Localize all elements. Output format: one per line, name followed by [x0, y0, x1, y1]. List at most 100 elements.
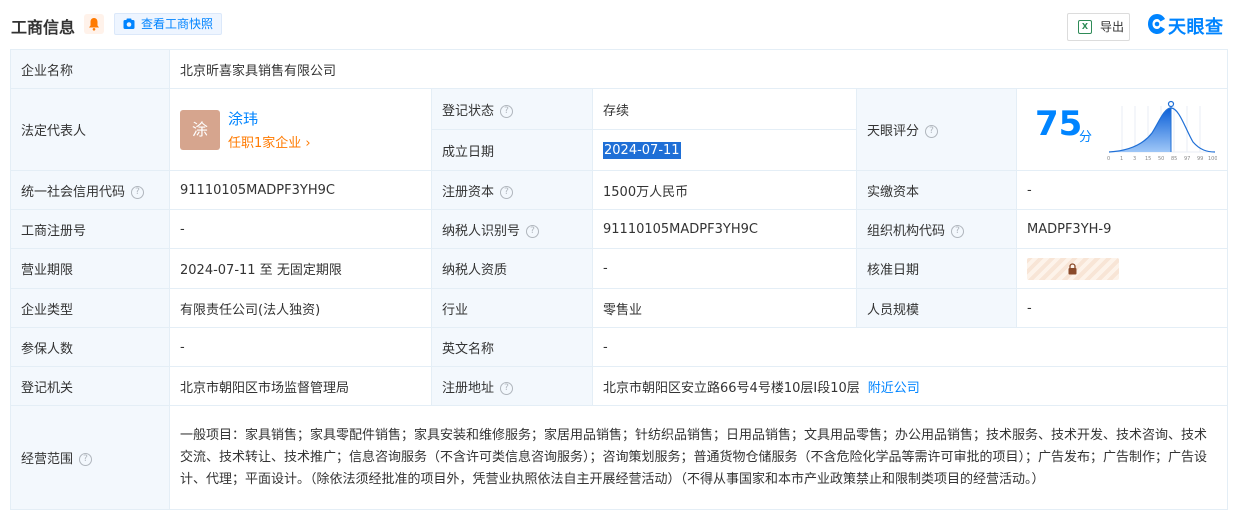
axis-tick: 3	[1133, 156, 1136, 162]
label-org-code: 组织机构代码?	[856, 209, 1017, 249]
chevron-right-icon: ›	[305, 135, 311, 151]
label-taxpayer-id-text: 纳税人识别号	[442, 223, 521, 239]
legal-rep-companies-link[interactable]: 任职1家企业 ›	[228, 132, 311, 151]
label-taxpayer-id: 纳税人识别号?	[431, 209, 593, 249]
label-reg-address-text: 注册地址	[442, 380, 495, 396]
table-row: 统一社会信用代码? 91110105MADPF3YH9C 注册资本? 1500万…	[10, 170, 1229, 210]
help-icon[interactable]: ?	[526, 224, 540, 238]
label-score-text: 天眼评分	[867, 124, 920, 139]
section-header: 工商信息 查看工商快照 X 导出 天眼查	[0, 0, 1234, 49]
axis-tick: 1	[1120, 156, 1123, 162]
label-credit-code: 统一社会信用代码?	[10, 170, 170, 210]
label-reg-authority: 登记机关	[10, 366, 170, 406]
label-score: 天眼评分?	[856, 88, 1017, 171]
reg-number-value: -	[169, 209, 432, 249]
reg-status-value: 存续	[592, 88, 857, 130]
label-reg-number: 工商注册号	[10, 209, 170, 249]
section-title: 工商信息	[11, 18, 76, 37]
label-biz-term: 营业期限	[10, 248, 170, 289]
reg-address-value: 北京市朝阳区安立路66号4号楼10层I段10层	[603, 380, 860, 396]
help-icon[interactable]: ?	[500, 104, 514, 118]
help-icon[interactable]: ?	[500, 381, 514, 395]
reg-capital-value: 1500万人民币	[592, 170, 857, 210]
table-row: 登记机关 北京市朝阳区市场监督管理局 注册地址? 北京市朝阳区安立路66号4号楼…	[10, 366, 1229, 406]
score-marker	[1167, 100, 1175, 107]
label-biz-scope: 经营范围?	[10, 405, 170, 510]
score-unit: 分	[1079, 129, 1093, 145]
label-industry: 行业	[431, 288, 593, 328]
insured-value: -	[169, 327, 432, 367]
axis-tick: 0	[1107, 156, 1110, 162]
est-date-value[interactable]: 2024-07-11	[603, 141, 681, 159]
label-english-name: 英文名称	[431, 327, 593, 367]
table-row: 工商注册号 - 纳税人识别号? 91110105MADPF3YH9C 组织机构代…	[10, 209, 1229, 249]
view-snapshot-button[interactable]: 查看工商快照	[114, 13, 222, 35]
table-row: 经营范围? 一般项目：家具销售；家具零配件销售；家具安装和维修服务；家居用品销售…	[10, 405, 1229, 510]
company-name-value: 北京昕喜家具销售有限公司	[168, 49, 1229, 89]
label-biz-scope-text: 经营范围	[21, 452, 74, 467]
legal-rep-companies-text: 任职1家企业	[228, 135, 302, 151]
export-button[interactable]: X 导出	[1067, 13, 1130, 41]
label-reg-capital: 注册资本?	[431, 170, 593, 210]
biz-term-value: 2024-07-11 至 无固定期限	[169, 248, 432, 289]
table-row: 法定代表人 涂 涂玮 任职1家企业 › 登记状态? 存续 天眼评分? 75 分	[10, 88, 1229, 171]
help-icon[interactable]: ?	[925, 125, 939, 138]
paid-capital-value: -	[1015, 170, 1229, 210]
axis-tick: 100	[1208, 156, 1217, 162]
bell-icon[interactable]	[84, 14, 104, 34]
table-row: 营业期限 2024-07-11 至 无固定期限 纳税人资质 - 核准日期	[10, 248, 1229, 289]
industry-value: 零售业	[592, 288, 857, 328]
help-icon[interactable]: ?	[951, 224, 965, 238]
table-row: 参保人数 - 英文名称 -	[10, 327, 1229, 367]
org-code-value: MADPF3YH-9	[1015, 209, 1229, 249]
table-row: 企业名称 北京昕喜家具销售有限公司	[10, 49, 1229, 89]
score-distribution-chart: 0 1 3 15 50 85 97 99 100	[1107, 100, 1217, 162]
legal-rep-name-link[interactable]: 涂玮	[228, 108, 258, 129]
label-credit-code-text: 统一社会信用代码	[21, 184, 126, 200]
company-type-value: 有限责任公司(法人独资)	[169, 288, 432, 328]
locked-value-button[interactable]	[1027, 257, 1119, 280]
approval-date-cell	[1015, 248, 1229, 289]
label-insured: 参保人数	[10, 327, 170, 367]
taxpayer-id-value: 91110105MADPF3YH9C	[592, 209, 857, 249]
camera-icon	[123, 18, 135, 29]
lock-icon	[1068, 262, 1077, 274]
label-reg-capital-text: 注册资本	[442, 184, 495, 200]
view-snapshot-label: 查看工商快照	[141, 17, 214, 31]
score-cell: 75 分 0 1 3 15 50 85 97 99 100	[1015, 88, 1229, 171]
help-icon[interactable]: ?	[79, 453, 93, 466]
label-staff-size: 人员规模	[856, 288, 1017, 328]
label-reg-address: 注册地址?	[431, 366, 593, 406]
biz-scope-value: 一般项目：家具销售；家具零配件销售；家具安装和维修服务；家居用品销售；针纺织品销…	[168, 405, 1229, 510]
business-info-table: 企业名称 北京昕喜家具销售有限公司 法定代表人 涂 涂玮 任职1家企业 › 登记…	[10, 49, 1229, 510]
help-icon[interactable]: ?	[131, 185, 145, 199]
est-date-cell: 2024-07-11	[592, 129, 857, 171]
logo-eye-icon	[1148, 14, 1165, 34]
excel-icon: X	[1078, 20, 1092, 34]
axis-tick: 99	[1197, 156, 1203, 162]
label-org-code-text: 组织机构代码	[867, 223, 946, 239]
legal-rep-cell: 涂 涂玮 任职1家企业 ›	[169, 88, 432, 171]
axis-tick: 15	[1145, 156, 1151, 162]
taxpayer-qual-value: -	[592, 248, 857, 289]
logo-text: 天眼查	[1168, 17, 1224, 38]
label-reg-status-text: 登记状态	[442, 103, 495, 119]
axis-tick: 50	[1158, 156, 1164, 162]
label-approval-date: 核准日期	[856, 248, 1017, 289]
label-legal-rep: 法定代表人	[10, 88, 170, 171]
label-est-date: 成立日期	[431, 129, 593, 171]
nearby-companies-link[interactable]: 附近公司	[868, 381, 920, 396]
english-name-value: -	[591, 327, 1229, 367]
avatar[interactable]: 涂	[180, 109, 220, 150]
score-value[interactable]: 75	[1035, 104, 1082, 144]
score-curve-fill	[1109, 107, 1171, 152]
export-label: 导出	[1100, 20, 1125, 34]
help-icon[interactable]: ?	[500, 185, 514, 199]
credit-code-value: 91110105MADPF3YH9C	[169, 170, 432, 210]
label-paid-capital: 实缴资本	[856, 170, 1017, 210]
axis-tick: 85	[1171, 156, 1177, 162]
staff-size-value: -	[1015, 288, 1229, 328]
axis-tick: 97	[1184, 156, 1190, 162]
table-row: 企业类型 有限责任公司(法人独资) 行业 零售业 人员规模 -	[10, 288, 1229, 328]
reg-authority-value: 北京市朝阳区市场监督管理局	[169, 366, 432, 406]
